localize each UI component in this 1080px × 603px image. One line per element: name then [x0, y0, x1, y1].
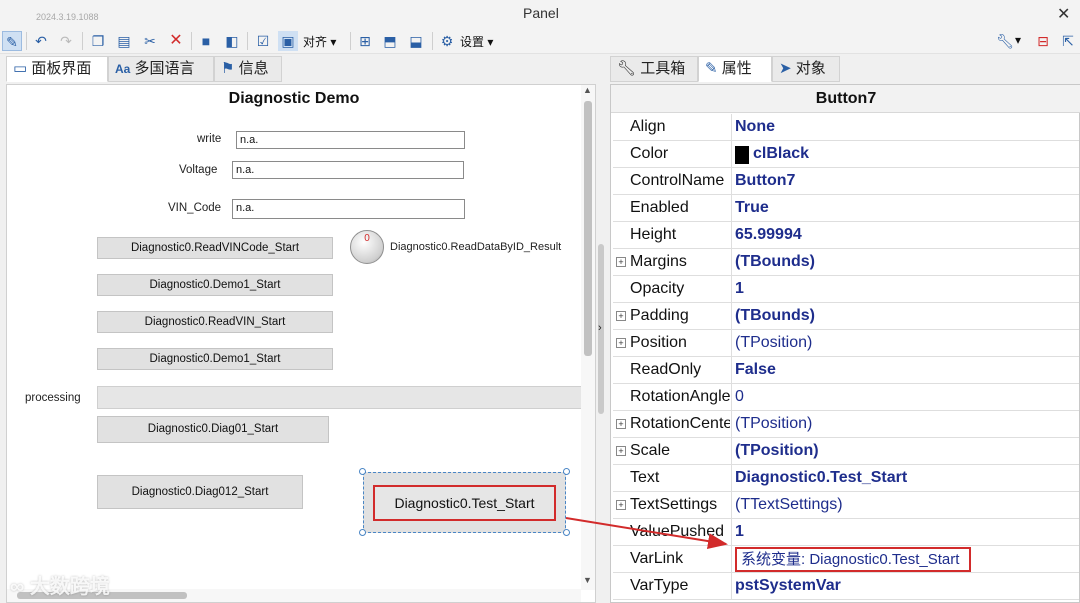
annotation-arrow — [565, 517, 728, 550]
watermark-logo-icon: ∞ — [10, 576, 25, 598]
watermark: ∞ 大数跨境 — [10, 570, 110, 599]
watermark-text: 大数跨境 — [29, 576, 110, 598]
